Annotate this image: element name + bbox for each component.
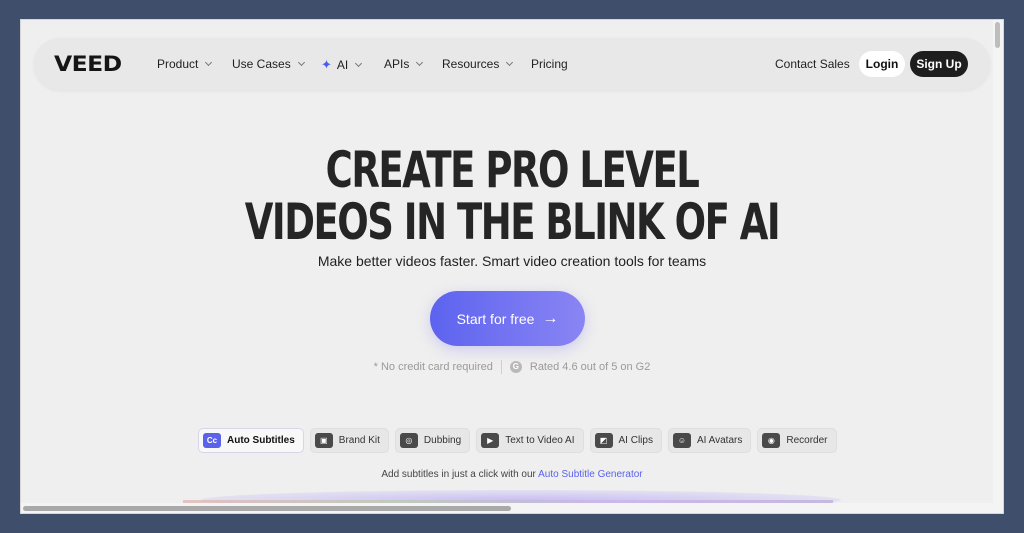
feature-tabs: Cc Auto Subtitles ▣ Brand Kit ◎ Dubbing …: [198, 428, 837, 453]
auto-subtitle-generator-link[interactable]: Auto Subtitle Generator: [538, 469, 643, 480]
nav-item-resources[interactable]: Resources: [442, 57, 514, 71]
ai-avatars-icon: ☺: [672, 433, 691, 448]
tab-label: Brand Kit: [338, 435, 380, 446]
nav-item-pricing[interactable]: Pricing: [531, 57, 568, 71]
subtitles-icon: Cc: [203, 433, 221, 448]
hero-headline-line-2: VIDEOS IN THE BLINK OF AI: [244, 193, 781, 251]
chevron-down-icon: [506, 58, 514, 67]
nav-item-use-cases[interactable]: Use Cases: [232, 57, 305, 71]
tab-ai-avatars[interactable]: ☺ AI Avatars: [667, 428, 752, 453]
scrollbar-thumb[interactable]: [23, 506, 511, 511]
nav-item-label: Resources: [442, 57, 500, 71]
vertical-scrollbar[interactable]: [993, 20, 1003, 513]
nav-item-label: APIs: [384, 57, 410, 71]
signup-button[interactable]: Sign Up: [910, 51, 968, 77]
tab-label: Auto Subtitles: [227, 435, 295, 446]
nav-item-ai[interactable]: ✦ AI: [321, 57, 363, 73]
tab-label: Recorder: [786, 435, 828, 446]
hero-headline-line-1: CREATE PRO LEVEL: [325, 141, 700, 199]
tab-dubbing[interactable]: ◎ Dubbing: [394, 428, 471, 453]
nav-item-label: AI: [336, 58, 349, 72]
tab-brand-kit[interactable]: ▣ Brand Kit: [309, 428, 389, 453]
tab-text-to-video[interactable]: ▶ Text to Video AI: [476, 428, 584, 453]
g2-logo-icon: G: [509, 361, 522, 373]
tab-recorder[interactable]: ◉ Recorder: [757, 428, 837, 453]
top-navbar: VEED Product Use Cases ✦ AI APIs Resourc…: [34, 38, 990, 90]
no-credit-card-note: * No credit card required: [373, 361, 493, 373]
tab-label: AI Clips: [618, 435, 653, 446]
hero-footnote: * No credit card required G Rated 4.6 ou…: [21, 360, 1003, 374]
veed-logo[interactable]: VEED: [54, 52, 122, 76]
hero-subtitle: Make better videos faster. Smart video c…: [317, 253, 707, 269]
divider: [500, 360, 502, 374]
tab-label: Text to Video AI: [505, 435, 575, 446]
tab-auto-subtitles[interactable]: Cc Auto Subtitles: [198, 428, 304, 453]
nav-item-label: Product: [157, 57, 199, 71]
recorder-icon: ◉: [762, 433, 781, 448]
nav-item-apis[interactable]: APIs: [384, 57, 424, 71]
dubbing-icon: ◎: [399, 433, 418, 448]
cta-label: Start for free: [456, 310, 535, 327]
tab-label: AI Avatars: [696, 435, 743, 446]
contact-sales-link[interactable]: Contact Sales: [775, 57, 850, 71]
nav-item-product[interactable]: Product: [157, 57, 213, 71]
browser-viewport: VEED Product Use Cases ✦ AI APIs Resourc…: [20, 19, 1004, 514]
ai-clips-icon: ◩: [594, 433, 613, 448]
chevron-down-icon: [205, 58, 213, 67]
arrow-right-icon: →: [542, 309, 559, 327]
chevron-down-icon: [297, 58, 305, 67]
horizontal-scrollbar[interactable]: [21, 503, 1003, 513]
tab-label: Dubbing: [423, 435, 462, 446]
rating-note: Rated 4.6 out of 5 on G2: [529, 361, 651, 373]
chevron-down-icon: [416, 58, 424, 67]
sparkle-icon: ✦: [321, 57, 332, 72]
nav-item-label: Use Cases: [232, 57, 291, 71]
login-button[interactable]: Login: [859, 51, 905, 77]
description-text: Add subtitles in just a click with our: [381, 469, 539, 480]
text-to-video-icon: ▶: [481, 433, 500, 448]
scrollbar-thumb[interactable]: [995, 22, 1000, 48]
feature-description: Add subtitles in just a click with our A…: [21, 469, 1003, 480]
tab-ai-clips[interactable]: ◩ AI Clips: [589, 428, 662, 453]
chevron-down-icon: [355, 59, 363, 68]
start-for-free-button[interactable]: Start for free →: [430, 291, 585, 346]
brand-kit-icon: ▣: [314, 433, 333, 448]
nav-item-label: Pricing: [531, 57, 568, 71]
